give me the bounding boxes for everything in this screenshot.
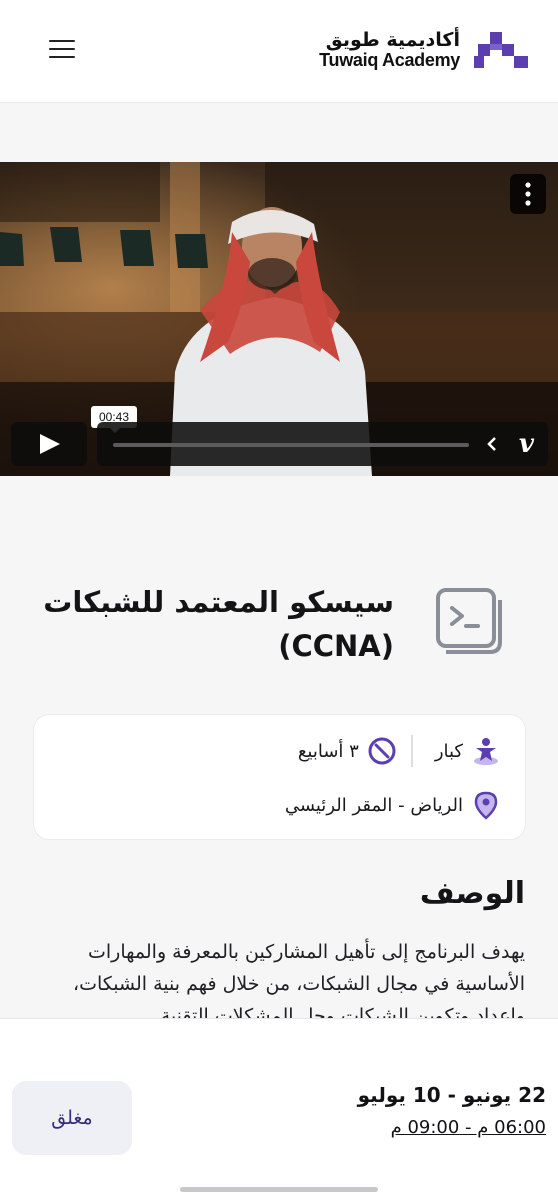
progress-bar[interactable] [113,443,469,447]
logo-english-text: Tuwaiq Academy [319,49,460,70]
video-controls-bar: v [97,422,548,466]
logo-arabic-text: أكاديمية طويق [325,28,460,51]
more-options-button[interactable] [510,174,546,214]
location-pin-icon [474,791,498,820]
play-icon [40,434,60,454]
app-header: أكاديمية طويق Tuwaiq Academy [0,0,558,103]
terminal-icon [436,588,502,654]
clock-icon [368,737,396,765]
description-heading: الوصف [419,876,525,911]
vimeo-logo-icon[interactable]: v [519,428,534,460]
hamburger-menu-icon[interactable] [44,34,80,64]
vertical-dots-icon [525,182,531,206]
course-title: سيسكو المعتمد للشبكات (CCNA) [43,585,394,663]
tuwaiq-logo[interactable]: أكاديمية طويق Tuwaiq Academy [319,28,528,72]
course-date-range: 22 يونيو - 10 يوليو [357,1083,546,1107]
location-label: الرياض - المقر الرئيسي [284,794,463,816]
adult-person-icon [474,738,498,765]
play-button[interactable] [11,422,87,466]
collapse-controls-button[interactable] [484,434,500,454]
info-row-location: الرياض - المقر الرئيسي [277,787,501,823]
info-row-audience-duration: كبار ٣ أسابيع [290,733,501,769]
tuwaiq-logo-icon [474,32,528,68]
course-video-player[interactable]: 00:43 v [0,162,558,476]
course-header: سيسكو المعتمد للشبكات (CCNA) [0,560,558,680]
enrollment-bottom-bar: مغلق 22 يونيو - 10 يوليو 06:00 م - 09:00… [0,1018,558,1201]
course-time-range[interactable]: 06:00 م - 09:00 م [391,1117,546,1138]
audience-label: كبار [434,740,463,762]
course-info-card: كبار ٣ أسابيع الرياض - المقر الرئيسي [33,714,526,840]
chevron-left-icon [487,437,496,451]
info-divider [410,735,413,767]
duration-label: ٣ أسابيع [297,740,359,762]
registration-closed-button[interactable]: مغلق [12,1081,132,1155]
home-indicator[interactable] [180,1187,378,1192]
